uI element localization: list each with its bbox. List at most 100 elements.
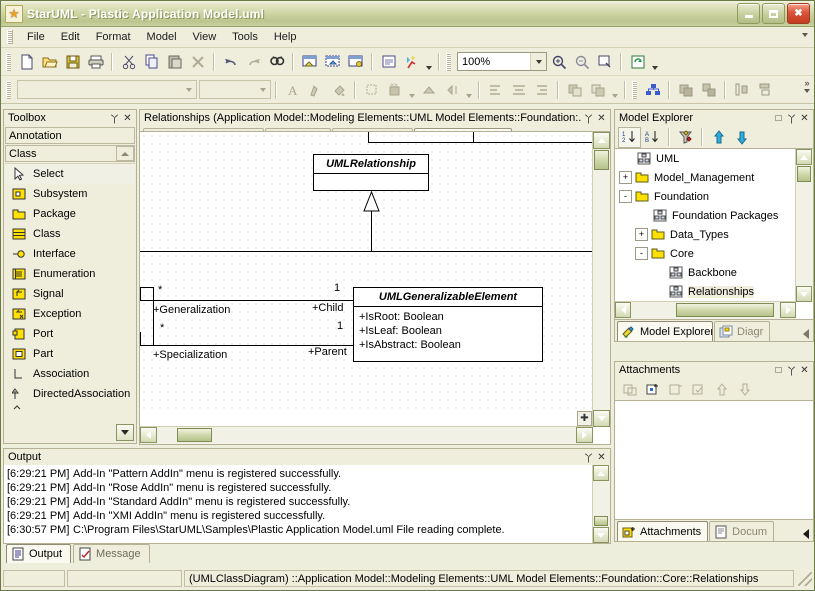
print-icon[interactable] xyxy=(84,51,107,73)
bottom-tab-output[interactable]: Output xyxy=(6,544,72,563)
new-file-icon[interactable] xyxy=(15,51,38,73)
diagram-close-button[interactable]: ✕ xyxy=(595,112,608,125)
shape-style-icon[interactable] xyxy=(360,79,383,101)
remove-attachment-icon[interactable] xyxy=(664,378,687,400)
diagram-canvas[interactable]: UMLRelationship * 1 +Generalization +Chi… xyxy=(140,132,595,412)
stereotype-display-icon[interactable]: «» xyxy=(383,79,406,101)
save-icon[interactable] xyxy=(61,51,84,73)
diagram-hscroll-thumb[interactable] xyxy=(177,428,212,442)
zoom-toolbar-gripper[interactable] xyxy=(446,52,451,71)
refresh-dropdown-icon[interactable] xyxy=(649,48,660,75)
tree-collapser-icon[interactable]: - xyxy=(635,247,648,260)
toolbar-gripper[interactable] xyxy=(6,52,11,71)
sort-alphabetic-icon[interactable]: AB xyxy=(641,126,664,148)
model-explorer-close-button[interactable]: ✕ xyxy=(798,112,811,125)
diagram-vscroll-thumb[interactable] xyxy=(594,150,609,170)
tree-item-foundation-packages[interactable]: Foundation Packages xyxy=(615,206,796,225)
diagram-pan-button[interactable]: ✚ xyxy=(577,411,592,426)
tree-item-data-types[interactable]: + Data_Types xyxy=(615,225,796,244)
toolbox-item-subsystem[interactable]: Subsystem xyxy=(5,184,135,204)
toolbox-item-select[interactable]: Select xyxy=(5,163,135,184)
toolbox-group-scroll-up-icon[interactable] xyxy=(116,146,134,161)
close-button[interactable]: ✖ xyxy=(787,3,810,24)
output-scroll-up-button[interactable] xyxy=(593,465,609,481)
attachments-maximize-button[interactable]: □ xyxy=(772,364,785,377)
model-explorer-pin-button[interactable]: 丫 xyxy=(785,112,798,126)
move-up-icon[interactable] xyxy=(707,126,730,148)
fit-to-window-icon[interactable] xyxy=(593,51,616,73)
model-explorer-maximize-button[interactable]: □ xyxy=(772,112,785,125)
tree-item-foundation[interactable]: - Foundation xyxy=(615,187,796,206)
sort-numeric-icon[interactable]: 12 xyxy=(618,126,641,148)
dock-tab-model-explorer[interactable]: Model Explorer xyxy=(617,321,713,341)
paste-icon[interactable] xyxy=(163,51,186,73)
toolbox-pin-button[interactable]: 丫 xyxy=(108,112,121,126)
layout-toolbar-gripper[interactable] xyxy=(632,80,637,99)
toolbox-item-directedassociation[interactable]: DirectedAssociation xyxy=(5,384,135,404)
font-family-combo[interactable] xyxy=(17,80,197,99)
filter-icon[interactable] xyxy=(674,126,697,148)
documentation-icon[interactable] xyxy=(377,51,400,73)
toolbox-item-signal[interactable]: Signal xyxy=(5,284,135,304)
output-pin-button[interactable]: 丫 xyxy=(582,451,595,465)
toolbox-item-port[interactable]: Port xyxy=(5,324,135,344)
send-to-back-icon[interactable] xyxy=(563,79,586,101)
open-file-icon[interactable] xyxy=(38,51,61,73)
maximize-button[interactable] xyxy=(762,3,785,24)
align-left-icon[interactable] xyxy=(484,79,507,101)
bring-to-front-icon[interactable] xyxy=(586,79,609,101)
undo-icon[interactable] xyxy=(219,51,242,73)
space-vertically-icon[interactable] xyxy=(753,79,776,101)
zoom-combo[interactable]: 100% xyxy=(457,52,547,71)
font-family-dropdown-icon[interactable] xyxy=(181,87,196,92)
tree-vscrollbar[interactable] xyxy=(795,149,813,302)
class-box-umlrelationship[interactable]: UMLRelationship xyxy=(313,154,429,191)
output-log-area[interactable]: [6:29:21 PM] Add-In "Pattern AddIn" menu… xyxy=(3,465,611,544)
fill-color-icon[interactable] xyxy=(327,79,350,101)
font-size-combo[interactable] xyxy=(199,80,271,99)
diagram-pin-button[interactable]: 丫 xyxy=(582,112,595,126)
menu-edit[interactable]: Edit xyxy=(53,29,88,45)
toolbox-item-exception[interactable]: Exception xyxy=(5,304,135,324)
resize-grip[interactable] xyxy=(798,571,812,586)
refresh-icon[interactable] xyxy=(626,51,649,73)
tree-item-model-management[interactable]: + Model_Management xyxy=(615,168,796,187)
zoom-in-icon[interactable] xyxy=(547,51,570,73)
menu-help[interactable]: Help xyxy=(266,29,305,45)
toolbar-dropdown-icon[interactable] xyxy=(423,48,434,75)
attachments-pin-button[interactable]: 丫 xyxy=(785,364,798,378)
group-icon[interactable] xyxy=(674,79,697,101)
tree-collapser-icon[interactable]: - xyxy=(619,190,632,203)
menu-model[interactable]: Model xyxy=(139,29,185,45)
tree-scroll-left-button[interactable] xyxy=(615,302,631,318)
align-right-icon[interactable] xyxy=(530,79,553,101)
diagram-scroll-left-button[interactable] xyxy=(140,427,157,443)
move-down-icon[interactable] xyxy=(730,126,753,148)
move-up-icon[interactable] xyxy=(710,378,733,400)
zoom-dropdown-icon[interactable] xyxy=(530,53,546,70)
suppress-operations-icon[interactable] xyxy=(440,79,463,101)
space-horizontally-icon[interactable] xyxy=(730,79,753,101)
tree-vscroll-thumb[interactable] xyxy=(797,166,811,182)
redo-icon[interactable] xyxy=(242,51,265,73)
output-close-button[interactable]: ✕ xyxy=(595,451,608,464)
toolbox-item-class[interactable]: Class xyxy=(5,224,135,244)
scroll-dock-tabs-left-icon[interactable] xyxy=(803,329,809,339)
toolbox-item-association[interactable]: Association xyxy=(5,364,135,384)
toolbox-item-package[interactable]: Package xyxy=(5,204,135,224)
tree-expander-icon[interactable]: + xyxy=(635,228,648,241)
model-explorer-tree[interactable]: UML + Model_Management - Foundation Foun… xyxy=(614,148,814,320)
toolbox-scroll-down-button[interactable] xyxy=(116,424,134,441)
diagram-scroll-up-button[interactable] xyxy=(593,132,610,149)
find-icon[interactable] xyxy=(265,51,288,73)
add-diagram-icon[interactable] xyxy=(298,51,321,73)
toolbox-group-class[interactable]: Class xyxy=(5,145,135,162)
align-center-icon[interactable] xyxy=(507,79,530,101)
tree-scroll-down-button[interactable] xyxy=(796,286,812,302)
diagram-vscrollbar[interactable] xyxy=(592,132,610,427)
toolbox-item-enumeration[interactable]: Enumeration xyxy=(5,264,135,284)
class-box-umlgeneralizableelement[interactable]: UMLGeneralizableElement +IsRoot: Boolean… xyxy=(353,287,543,362)
menu-gripper[interactable] xyxy=(7,30,13,44)
tree-hscroll-thumb[interactable] xyxy=(676,303,774,317)
diagram-hscrollbar[interactable] xyxy=(140,426,593,444)
